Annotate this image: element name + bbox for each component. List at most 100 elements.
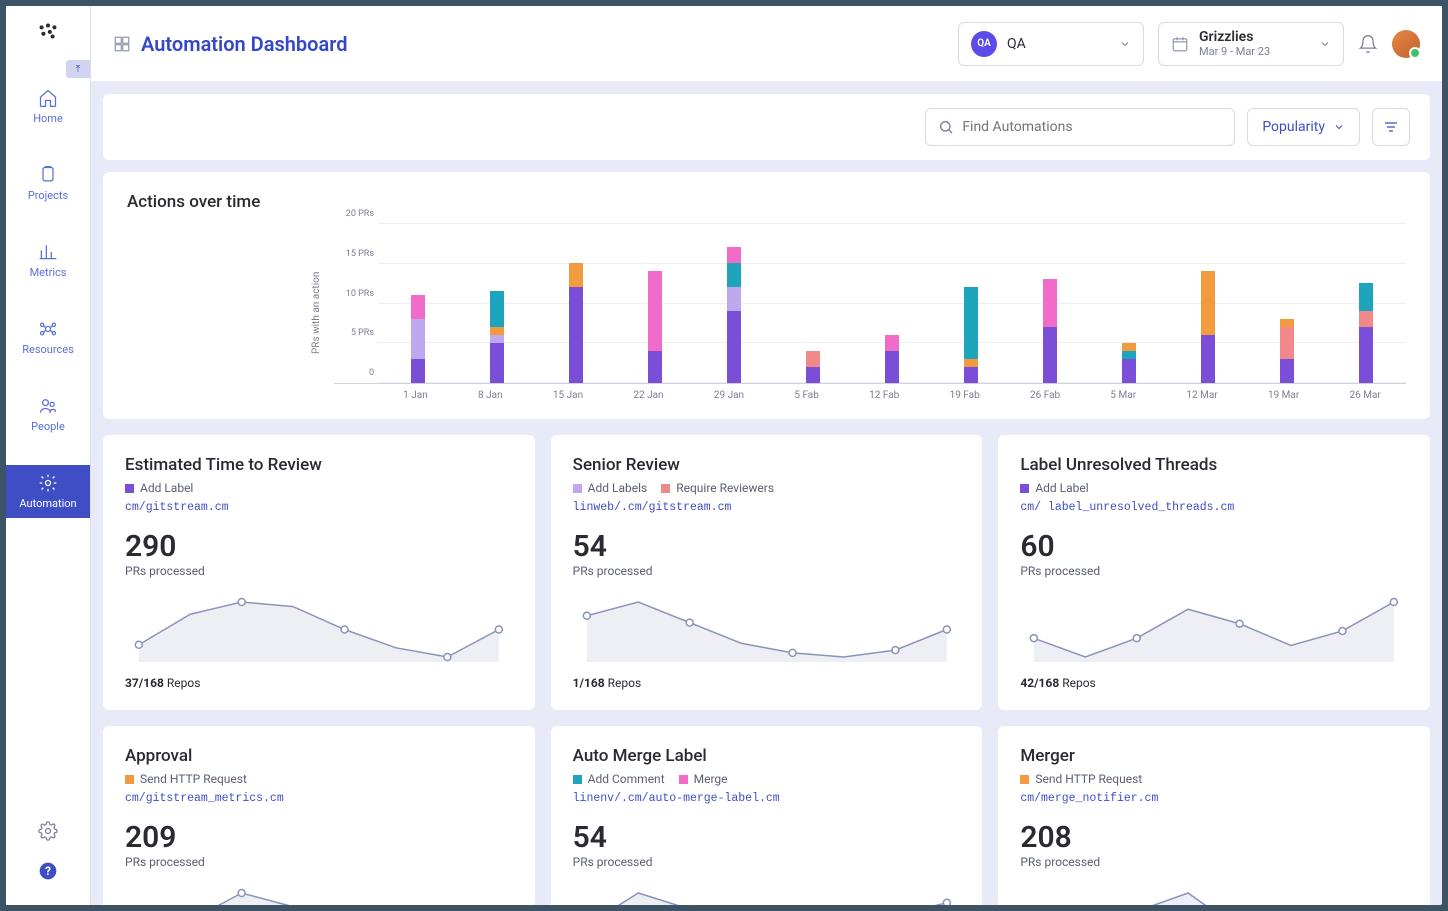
team-selector[interactable]: QA QA — [958, 22, 1144, 66]
card-sublabel: PRs processed — [573, 564, 961, 578]
automation-card[interactable]: Merger Send HTTP Request cm/merge_notifier… — [998, 726, 1430, 905]
automation-card[interactable]: Label Unresolved Threads Add Label cm/ lab… — [998, 435, 1430, 710]
tag: Add Label — [125, 481, 193, 495]
sparkline — [125, 883, 513, 905]
chart-bar[interactable] — [1359, 283, 1373, 383]
chart-bar[interactable] — [1122, 343, 1136, 383]
tag: Send HTTP Request — [1020, 772, 1142, 786]
automation-card[interactable]: Approval Send HTTP Request cm/gitstream_me… — [103, 726, 535, 905]
chart-grid: 05 PRs10 PRs15 PRs20 PRs — [334, 224, 1406, 384]
chart-bar[interactable] — [1280, 319, 1294, 383]
chart-bar[interactable] — [1043, 279, 1057, 383]
card-path: linenv/.cm/auto-merge-label.cm — [573, 792, 961, 805]
chart-bar[interactable] — [1201, 271, 1215, 383]
card-repos: 42/168 Repos — [1020, 676, 1408, 690]
chart-title: Actions over time — [127, 192, 1406, 212]
help-icon[interactable]: ? — [38, 861, 58, 881]
chart-bar[interactable] — [727, 247, 741, 383]
automation-card[interactable]: Senior Review Add Labels Require Reviewers… — [551, 435, 983, 710]
chevron-down-icon — [1333, 121, 1345, 133]
card-title: Auto Merge Label — [573, 746, 961, 766]
chart-bar[interactable] — [648, 271, 662, 383]
team-name: QA — [1007, 36, 1026, 52]
card-path: linweb/.cm/gitstream.cm — [573, 501, 961, 514]
board-name: Grizzlies — [1199, 29, 1270, 45]
dashboard-icon — [113, 35, 131, 53]
card-path: cm/merge_notifier.cm — [1020, 792, 1408, 805]
chart-bar[interactable] — [490, 291, 504, 383]
card-path: cm/gitstream_metrics.cm — [125, 792, 513, 805]
tag: Send HTTP Request — [125, 772, 247, 786]
notifications-icon[interactable] — [1358, 34, 1378, 54]
card-value: 209 — [125, 823, 513, 853]
automation-cards: Estimated Time to ReviewAdd Labelcm/gits… — [103, 435, 1430, 905]
sidebar-item-automation[interactable]: Automation — [6, 465, 90, 518]
date-selector[interactable]: Grizzlies Mar 9 - Mar 23 — [1158, 22, 1344, 66]
chart-bar[interactable] — [411, 295, 425, 383]
chart-bar[interactable] — [964, 287, 978, 383]
tag: Add Comment — [573, 772, 665, 786]
card-title: Approval — [125, 746, 513, 766]
automation-card[interactable]: Auto Merge Label Add Comment Merge linenv/.… — [551, 726, 983, 905]
sort-direction-button[interactable] — [1372, 108, 1410, 146]
card-sublabel: PRs processed — [125, 564, 513, 578]
search-field[interactable] — [962, 119, 1222, 135]
sparkline — [125, 592, 513, 662]
card-title: Senior Review — [573, 455, 961, 475]
search-input[interactable] — [925, 108, 1235, 146]
card-value: 60 — [1020, 532, 1408, 562]
card-sublabel: PRs processed — [1020, 564, 1408, 578]
calendar-icon — [1171, 35, 1189, 53]
card-value: 290 — [125, 532, 513, 562]
tag: Add Label — [1020, 481, 1088, 495]
chart-ylabel: PRs with an action — [307, 224, 326, 401]
automation-card[interactable]: Estimated Time to ReviewAdd Labelcm/gits… — [103, 435, 535, 710]
chevron-down-icon — [1319, 38, 1331, 50]
sidebar-item-home[interactable]: Home — [6, 80, 90, 133]
sidebar-item-projects[interactable]: Projects — [6, 157, 90, 210]
card-repos: 1/168 Repos — [573, 676, 961, 690]
chevron-down-icon — [1119, 38, 1131, 50]
sidebar-item-metrics[interactable]: Metrics — [6, 234, 90, 287]
sparkline — [573, 883, 961, 905]
tag: Merge — [679, 772, 728, 786]
card-path: cm/ label_unresolved_threads.cm — [1020, 501, 1408, 514]
sort-icon — [1383, 119, 1399, 135]
card-value: 54 — [573, 532, 961, 562]
avatar[interactable] — [1392, 30, 1420, 58]
sidebar-item-label: People — [31, 420, 65, 433]
card-value: 54 — [573, 823, 961, 853]
chart-bar[interactable] — [806, 351, 820, 383]
sparkline — [1020, 592, 1408, 662]
sparkline — [1020, 883, 1408, 905]
card-repos: 37/168 Repos — [125, 676, 513, 690]
sidebar-item-label: Resources — [22, 343, 74, 356]
sidebar-item-resources[interactable]: Resources — [6, 311, 90, 364]
pin-icon[interactable]: ⤒ — [66, 60, 90, 78]
sidebar-item-label: Metrics — [30, 266, 67, 279]
sidebar-item-label: Home — [33, 112, 63, 125]
settings-icon[interactable] — [38, 821, 58, 841]
card-sublabel: PRs processed — [1020, 855, 1408, 869]
card-title: Merger — [1020, 746, 1408, 766]
chart-xticks: 1 Jan8 Jan15 Jan22 Jan29 Jan5 Fab12 Fab1… — [378, 384, 1406, 401]
date-range: Mar 9 - Mar 23 — [1199, 45, 1270, 58]
logo[interactable] — [6, 6, 90, 56]
card-sublabel: PRs processed — [573, 855, 961, 869]
sidebar-item-label: Automation — [19, 497, 76, 510]
card-title: Label Unresolved Threads — [1020, 455, 1408, 475]
sort-label: Popularity — [1262, 119, 1325, 135]
sort-selector[interactable]: Popularity — [1247, 108, 1360, 146]
tag: Add Labels — [573, 481, 648, 495]
sidebar: ⤒ Home Projects Metrics Resources People — [6, 6, 91, 905]
chart-bar[interactable] — [885, 335, 899, 383]
chart-bar[interactable] — [569, 263, 583, 383]
search-icon — [938, 119, 954, 135]
page-title: Automation Dashboard — [141, 32, 347, 56]
actions-over-time-card: Actions over time PRs with an action 05 … — [103, 172, 1430, 419]
tag: Require Reviewers — [661, 481, 774, 495]
sidebar-item-people[interactable]: People — [6, 388, 90, 441]
card-sublabel: PRs processed — [125, 855, 513, 869]
filter-bar: Popularity — [103, 94, 1430, 160]
card-path: cm/gitstream.cm — [125, 501, 513, 514]
